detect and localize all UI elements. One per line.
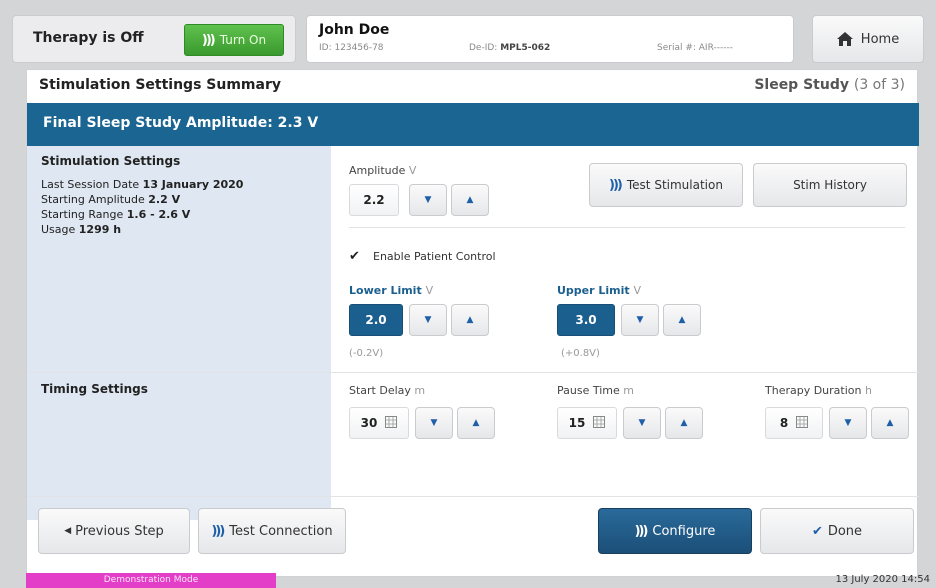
checkmark-icon: ✔ bbox=[349, 249, 360, 264]
upper-limit-up-button[interactable]: ▲ bbox=[663, 304, 701, 336]
page-title: Stimulation Settings Summary bbox=[39, 77, 281, 93]
test-stimulation-label: Test Stimulation bbox=[626, 178, 723, 192]
arrow-down-icon: ▼ bbox=[430, 418, 438, 428]
amplitude-up-button[interactable]: ▲ bbox=[451, 184, 489, 216]
previous-step-button[interactable]: ◀ Previous Step bbox=[38, 508, 190, 554]
home-label: Home bbox=[860, 31, 900, 47]
pause-time-up-button[interactable]: ▲ bbox=[665, 407, 703, 439]
divider bbox=[349, 227, 905, 228]
therapy-duration-label: Therapy Duration h bbox=[765, 384, 872, 397]
therapy-status-label: Therapy is Off bbox=[33, 30, 144, 46]
timing-settings-title: Timing Settings bbox=[41, 382, 148, 396]
lower-limit-down-button[interactable]: ▼ bbox=[409, 304, 447, 336]
usage-line: Usage 1299 h bbox=[41, 223, 122, 236]
stim-settings-title: Stimulation Settings bbox=[41, 154, 181, 168]
amplitude-value[interactable]: 2.2 bbox=[349, 184, 399, 216]
upper-limit-hint: (+0.8V) bbox=[561, 348, 600, 359]
arrow-up-icon: ▲ bbox=[472, 418, 480, 428]
pause-time-label: Pause Time m bbox=[557, 384, 634, 397]
pause-time-down-button[interactable]: ▼ bbox=[623, 407, 661, 439]
arrow-down-icon: ▼ bbox=[844, 418, 852, 428]
turn-on-label: Turn On bbox=[219, 33, 267, 47]
arrow-up-icon: ▲ bbox=[886, 418, 894, 428]
stim-history-button[interactable]: Stim History bbox=[753, 163, 907, 207]
upper-limit-value[interactable]: 3.0 bbox=[557, 304, 615, 336]
divider bbox=[27, 372, 919, 373]
test-stimulation-button[interactable]: ))) Test Stimulation bbox=[589, 163, 743, 207]
home-icon bbox=[836, 32, 853, 46]
therapy-duration-down-button[interactable]: ▼ bbox=[829, 407, 867, 439]
start-delay-down-button[interactable]: ▼ bbox=[415, 407, 453, 439]
test-connection-label: Test Connection bbox=[229, 523, 333, 539]
amplitude-label: Amplitude V bbox=[349, 164, 417, 177]
stim-summary-column: Stimulation Settings Last Session Date 1… bbox=[27, 146, 331, 372]
arrow-down-icon: ▼ bbox=[424, 195, 432, 205]
amplitude-down-button[interactable]: ▼ bbox=[409, 184, 447, 216]
divider bbox=[27, 496, 919, 497]
done-label: Done bbox=[827, 523, 863, 539]
wave-icon: ))) bbox=[634, 523, 649, 539]
timing-summary-column: Timing Settings bbox=[27, 372, 331, 520]
test-connection-button[interactable]: ))) Test Connection bbox=[198, 508, 346, 554]
configure-button[interactable]: ))) Configure bbox=[598, 508, 752, 554]
home-button[interactable]: Home bbox=[812, 15, 924, 63]
main-panel: Stimulation Settings Summary Sleep Study… bbox=[26, 69, 919, 577]
therapy-status-panel: Therapy is Off ))) Turn On bbox=[12, 15, 296, 63]
lower-limit-label: Lower Limit V bbox=[349, 284, 434, 297]
start-delay-up-button[interactable]: ▲ bbox=[457, 407, 495, 439]
upper-limit-label: Upper Limit V bbox=[557, 284, 642, 297]
arrow-down-icon: ▼ bbox=[636, 315, 644, 325]
lower-limit-up-button[interactable]: ▲ bbox=[451, 304, 489, 336]
last-session-line: Last Session Date 13 January 2020 bbox=[41, 178, 244, 191]
arrow-up-icon: ▲ bbox=[680, 418, 688, 428]
done-button[interactable]: ✔ Done bbox=[760, 508, 914, 554]
arrow-down-icon: ▼ bbox=[638, 418, 646, 428]
pause-time-field[interactable]: 15 bbox=[557, 407, 617, 439]
wave-icon: ))) bbox=[609, 177, 623, 193]
patient-id: ID: 123456-78 bbox=[319, 43, 384, 53]
therapy-duration-value: 8 bbox=[779, 416, 789, 430]
arrow-up-icon: ▲ bbox=[466, 315, 474, 325]
calculator-icon bbox=[385, 415, 398, 431]
arrow-up-icon: ▲ bbox=[466, 195, 474, 205]
upper-limit-down-button[interactable]: ▼ bbox=[621, 304, 659, 336]
final-amplitude-banner: Final Sleep Study Amplitude: 2.3 V bbox=[27, 103, 919, 146]
lower-limit-value[interactable]: 2.0 bbox=[349, 304, 403, 336]
previous-step-label: Previous Step bbox=[75, 523, 164, 539]
patient-info-box: John Doe ID: 123456-78 De-ID: MPL5-062 S… bbox=[306, 15, 794, 63]
datetime: 13 July 2020 14:54 bbox=[835, 574, 930, 585]
calculator-icon bbox=[593, 415, 606, 431]
arrow-left-icon: ◀ bbox=[64, 526, 72, 536]
step-indicator: Sleep Study (3 of 3) bbox=[754, 77, 905, 93]
start-delay-field[interactable]: 30 bbox=[349, 407, 409, 439]
wave-icon: ))) bbox=[201, 32, 216, 48]
turn-on-button[interactable]: ))) Turn On bbox=[184, 24, 284, 56]
arrow-up-icon: ▲ bbox=[678, 315, 686, 325]
patient-control-checkbox[interactable]: ✔ bbox=[349, 250, 363, 264]
start-delay-value: 30 bbox=[360, 416, 378, 430]
configure-label: Configure bbox=[652, 523, 716, 539]
pause-time-value: 15 bbox=[568, 416, 586, 430]
patient-serial: Serial #: AIR------ bbox=[657, 43, 733, 53]
wave-icon: ))) bbox=[211, 523, 225, 539]
calculator-icon bbox=[796, 415, 809, 431]
starting-range-line: Starting Range 1.6 - 2.6 V bbox=[41, 208, 191, 221]
lower-limit-hint: (-0.2V) bbox=[349, 348, 384, 359]
therapy-duration-field[interactable]: 8 bbox=[765, 407, 823, 439]
final-amplitude-text: Final Sleep Study Amplitude: 2.3 V bbox=[43, 115, 319, 131]
start-delay-label: Start Delay m bbox=[349, 384, 426, 397]
therapy-duration-up-button[interactable]: ▲ bbox=[871, 407, 909, 439]
patient-deid: De-ID: MPL5-062 bbox=[469, 43, 551, 53]
patient-control-label: Enable Patient Control bbox=[373, 250, 496, 263]
starting-amplitude-line: Starting Amplitude 2.2 V bbox=[41, 193, 181, 206]
demo-mode-bar: Demonstration Mode bbox=[26, 573, 276, 588]
patient-name: John Doe bbox=[319, 22, 390, 38]
arrow-down-icon: ▼ bbox=[424, 315, 432, 325]
checkmark-icon: ✔ bbox=[811, 523, 823, 539]
